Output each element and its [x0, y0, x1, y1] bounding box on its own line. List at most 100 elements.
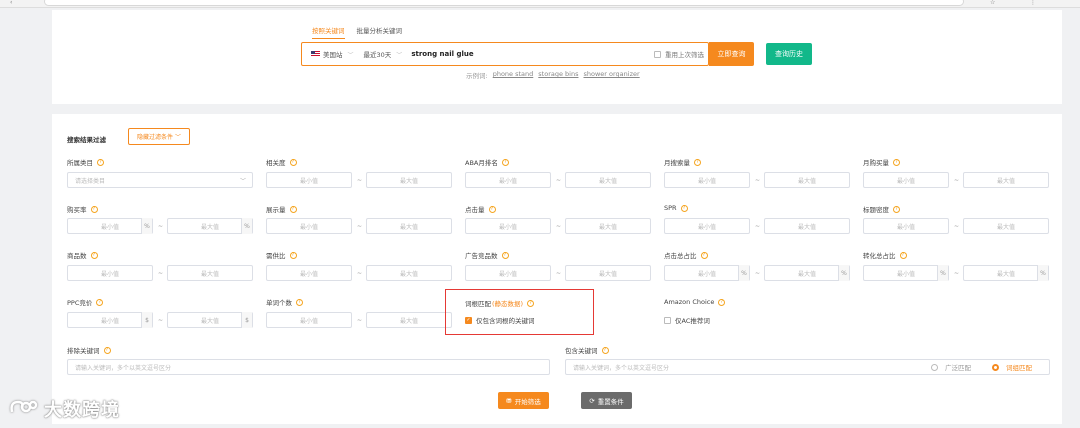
help-icon[interactable]: ? [90, 251, 98, 259]
query-button[interactable]: 立即查询 [709, 42, 754, 66]
period-select[interactable]: 最近30天 [364, 49, 392, 59]
max-input[interactable]: 最大值 [366, 312, 452, 328]
help-icon[interactable]: ? [97, 158, 104, 166]
min-input[interactable]: 最小值 [266, 265, 352, 281]
bookmark-icon[interactable]: ☆ [990, 0, 995, 6]
min-placeholder: 最小值 [299, 177, 318, 185]
max-input[interactable]: 最大值 [764, 218, 850, 234]
help-icon[interactable]: ? [700, 251, 708, 259]
max-input[interactable]: 最大值 [963, 172, 1049, 188]
help-icon[interactable]: ? [289, 205, 297, 213]
help-icon[interactable]: ? [488, 205, 496, 213]
range-separator: ~ [556, 177, 562, 184]
include-input[interactable]: 请输入关键词，多个以英文逗号区分 [565, 359, 1050, 375]
max-input[interactable]: 最大值 [366, 172, 452, 188]
max-input[interactable]: 最大值% [963, 265, 1049, 281]
help-icon[interactable]: ? [527, 299, 535, 307]
max-input[interactable]: 最大值 [366, 218, 452, 234]
max-input[interactable]: 最大值 [565, 218, 651, 234]
history-button[interactable]: 查询历史 [766, 43, 812, 65]
example-link[interactable]: shower organizer [583, 70, 639, 80]
help-icon[interactable]: ? [893, 205, 900, 213]
range-separator: ~ [357, 270, 363, 277]
help-icon[interactable]: ? [899, 251, 907, 259]
address-bar[interactable] [44, 0, 964, 6]
radio[interactable] [931, 363, 938, 371]
max-input[interactable]: 最大值 [565, 172, 651, 188]
min-input[interactable]: 最小值 [664, 218, 750, 234]
max-input[interactable]: 最大值 $ [167, 312, 253, 328]
filter-label-text: 标题密度 [863, 206, 889, 214]
chevron-down-icon[interactable]: ﹀ [348, 50, 354, 59]
site-select[interactable]: 美国站 [323, 49, 343, 59]
category-select[interactable]: 请选择类目 ﹀ [67, 172, 253, 188]
min-input[interactable]: 最小值 [266, 312, 352, 328]
max-input[interactable]: 最大值 [565, 265, 651, 281]
max-input[interactable]: 最大值 [167, 265, 253, 281]
radio-selected[interactable] [992, 363, 999, 371]
filter-label: ABA月排名? [465, 157, 509, 167]
help-icon[interactable]: ? [601, 346, 609, 354]
max-input[interactable]: 最大值% [764, 265, 850, 281]
max-input[interactable]: 最大值% [167, 218, 253, 234]
help-icon[interactable]: ? [96, 298, 104, 306]
max-input[interactable]: 最大值 [764, 172, 850, 188]
min-input[interactable]: 最小值% [863, 265, 949, 281]
help-icon[interactable]: ? [694, 158, 701, 166]
menu-icon[interactable]: ⋮ [1030, 0, 1036, 6]
min-input[interactable]: 最小值 [465, 265, 551, 281]
min-input[interactable]: 最小值 [465, 218, 551, 234]
start-filter-button[interactable]: ⛃ 开始筛选 [498, 392, 549, 409]
help-icon[interactable]: ? [893, 158, 900, 166]
min-input[interactable]: 最小值 [664, 172, 750, 188]
min-input[interactable]: 最小值 $ [67, 312, 153, 328]
keyword-input[interactable]: strong nail glue [411, 50, 654, 58]
tab-batch[interactable]: 批量分析关键词 [357, 25, 403, 39]
filter-label-text: PPC竞价 [67, 299, 93, 307]
min-input[interactable]: 最小值 [863, 218, 949, 234]
tab-keyword[interactable]: 按照关键词 [312, 25, 345, 39]
reuse-checkbox[interactable] [654, 50, 661, 58]
max-input[interactable]: 最大值 [366, 265, 452, 281]
help-icon[interactable]: ? [718, 298, 726, 306]
exclude-input[interactable]: 请输入关键词，多个以英文逗号区分 [67, 359, 550, 375]
unit-label: $ [241, 312, 252, 328]
help-icon[interactable]: ? [296, 298, 303, 306]
min-placeholder: 最小值 [896, 177, 915, 185]
broad-match-radio[interactable]: 广泛匹配 [931, 362, 971, 372]
help-icon[interactable]: ? [501, 158, 509, 166]
help-icon[interactable]: ? [289, 158, 297, 166]
example-link[interactable]: phone stand [493, 70, 534, 80]
filter-label: 需供比? [266, 250, 297, 260]
unit-label: $ [141, 312, 152, 328]
reset-button[interactable]: ⟳ 重置条件 [581, 392, 632, 409]
help-icon[interactable]: ? [680, 204, 688, 212]
min-input[interactable]: 最小值 [266, 172, 352, 188]
phrase-match-option[interactable]: ✓ 仅包含词根的关键词 [465, 315, 535, 325]
amazon-choice-option[interactable]: 仅AC推荐词 [664, 315, 710, 325]
help-icon[interactable]: ? [501, 251, 509, 259]
unit-label: % [241, 218, 252, 234]
phrase-match-radio[interactable]: 词组匹配 [992, 362, 1032, 372]
example-link[interactable]: storage bins [538, 70, 578, 80]
filter-label-text: 点击总占比 [664, 252, 697, 260]
reuse-filter[interactable]: 重用上次筛选 [654, 49, 704, 59]
max-input[interactable]: 最大值 [963, 218, 1049, 234]
checked-checkbox-icon[interactable]: ✓ [465, 316, 472, 324]
checkbox[interactable] [664, 316, 671, 324]
range-separator: ~ [755, 270, 761, 277]
min-input[interactable]: 最小值 [863, 172, 949, 188]
min-input[interactable]: 最小值% [664, 265, 750, 281]
min-input[interactable]: 最小值 [465, 172, 551, 188]
filter-label: 月购买量? [863, 157, 900, 167]
min-input[interactable]: 最小值 [67, 265, 153, 281]
help-icon[interactable]: ? [103, 346, 111, 354]
hide-filters-button[interactable]: 隐藏过滤条件 ﹀ [128, 128, 190, 145]
help-icon[interactable]: ? [289, 251, 297, 259]
chevron-down-icon[interactable]: ﹀ [396, 50, 402, 59]
max-placeholder: 最大值 [996, 177, 1015, 185]
min-input[interactable]: 最小值% [67, 218, 153, 234]
min-input[interactable]: 最小值 [266, 218, 352, 234]
help-icon[interactable]: ? [90, 205, 98, 213]
back-icon[interactable]: ‹ [10, 0, 12, 6]
